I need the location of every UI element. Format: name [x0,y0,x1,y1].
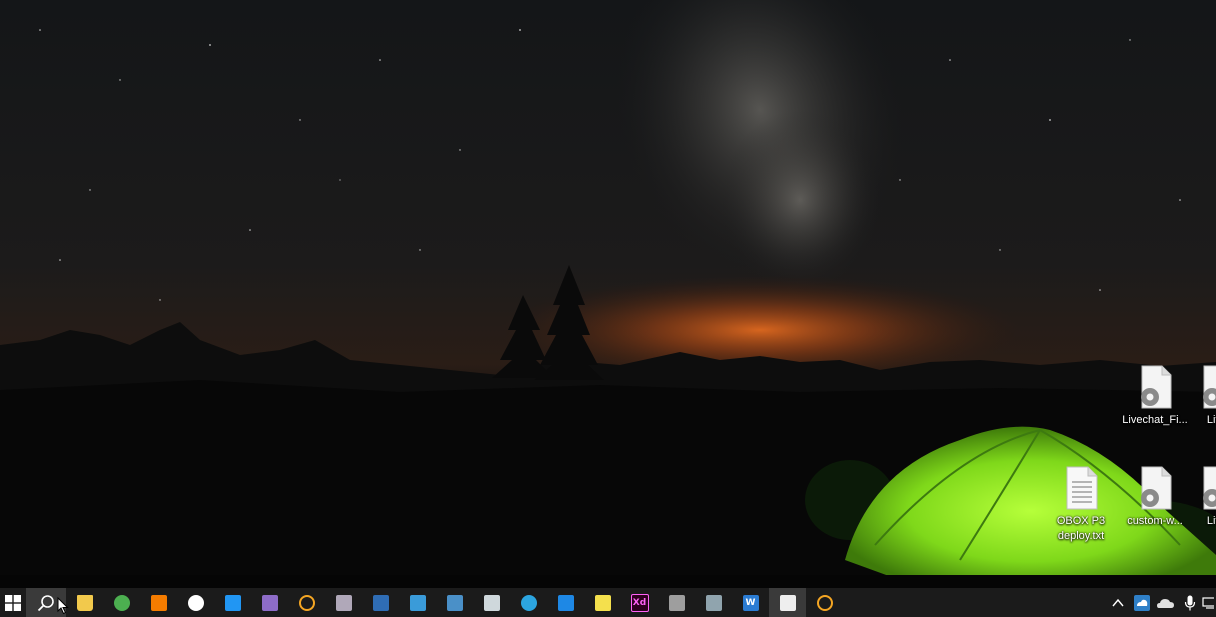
mouse-cursor-icon [57,597,69,615]
cloud-sync-icon [1134,594,1150,611]
system-tray [1106,588,1216,617]
text-file-icon [1066,466,1098,510]
search-icon [37,594,54,611]
start-button[interactable] [0,588,26,617]
network-icon [1202,596,1214,609]
taskbar-app-button-tools-app[interactable] [399,588,436,617]
desktop-icon-label: OBOX P3 deploy.txt [1056,515,1106,542]
telegram-icon [520,594,537,611]
taskbar-app-button-adobe-xd[interactable]: Xd [621,588,658,617]
onedrive-icon [1157,598,1174,608]
network-app-icon [446,594,463,611]
sync-app-icon [298,594,315,611]
remote-desktop-icon [483,594,500,611]
taskbar-app-button-visual-studio[interactable] [251,588,288,617]
taskbar-app-button-message-app[interactable] [769,588,806,617]
adobe-xd-icon: Xd [630,593,649,612]
taskbar: Xd W [0,588,1216,617]
taskbar-app-button-telegram[interactable] [510,588,547,617]
desktop-icon-obox-deploy[interactable]: OBOX P3 deploy.txt [1044,466,1118,544]
microphone-button[interactable] [1178,588,1202,617]
taskbar-app-button-network-app[interactable] [436,588,473,617]
taskbar-app-button-remote-desktop[interactable] [473,588,510,617]
network-button[interactable] [1202,588,1216,617]
sync-app-icon-2 [816,594,833,611]
taskbar-app-button-word-app[interactable]: W [732,588,769,617]
windows-logo-icon [5,594,21,611]
chrome-icon [113,594,130,611]
palette-app-icon [668,594,685,611]
microphone-icon [1184,595,1196,610]
file-explorer-icon [76,594,93,611]
taskbar-app-button-sync-app[interactable] [288,588,325,617]
taskbar-app-button-palette-app[interactable] [658,588,695,617]
settings-file-icon [1141,365,1172,409]
taskbar-app-button-file-explorer[interactable] [66,588,103,617]
taskbar-app-button-paint-app[interactable] [695,588,732,617]
desktop-icon-label: Live [1206,515,1216,527]
show-hidden-icons-button[interactable] [1106,588,1130,617]
wallpaper-night-sky-tent [0,0,1216,588]
rocket-app-icon [372,594,389,611]
taskbar-app-button-mail-app[interactable] [547,588,584,617]
taskbar-app-button-circle-app[interactable] [177,588,214,617]
chevron-up-icon [1112,598,1124,606]
taskbar-app-button-chat-app[interactable] [325,588,362,617]
tools-app-icon [409,594,426,611]
message-app-icon [779,594,796,611]
settings-file-icon [1203,466,1216,510]
word-app-icon: W [742,594,759,611]
sticky-notes-icon [594,594,611,611]
settings-file-icon [1203,365,1216,409]
taskbar-app-button-orange-app[interactable] [140,588,177,617]
desktop-icon-live-file[interactable]: Live [1180,365,1216,428]
desktop: Livechat_Fi... Live OBOX P3 deploy.txt [0,0,1216,588]
paint-app-icon [705,594,722,611]
taskbar-app-button-sticky-notes[interactable] [584,588,621,617]
taskbar-app-button-rocket-app[interactable] [362,588,399,617]
mail-app-icon [557,594,574,611]
taskbar-app-button-chrome[interactable] [103,588,140,617]
settings-file-icon [1141,466,1172,510]
cloud-sync-button[interactable] [1130,588,1154,617]
taskbar-apps: Xd W [66,588,843,617]
desktop-icon-label: Live [1206,414,1216,426]
visual-studio-icon [261,594,278,611]
taskbar-app-button-sync-app-icon-2[interactable] [806,588,843,617]
desktop-icon-live-file-2[interactable]: Live [1180,466,1216,529]
taskbar-app-button-vscode[interactable] [214,588,251,617]
circle-app-icon [187,594,204,611]
vscode-icon [224,594,241,611]
onedrive-button[interactable] [1154,588,1178,617]
orange-app-icon [150,594,167,611]
chat-app-icon [335,594,352,611]
